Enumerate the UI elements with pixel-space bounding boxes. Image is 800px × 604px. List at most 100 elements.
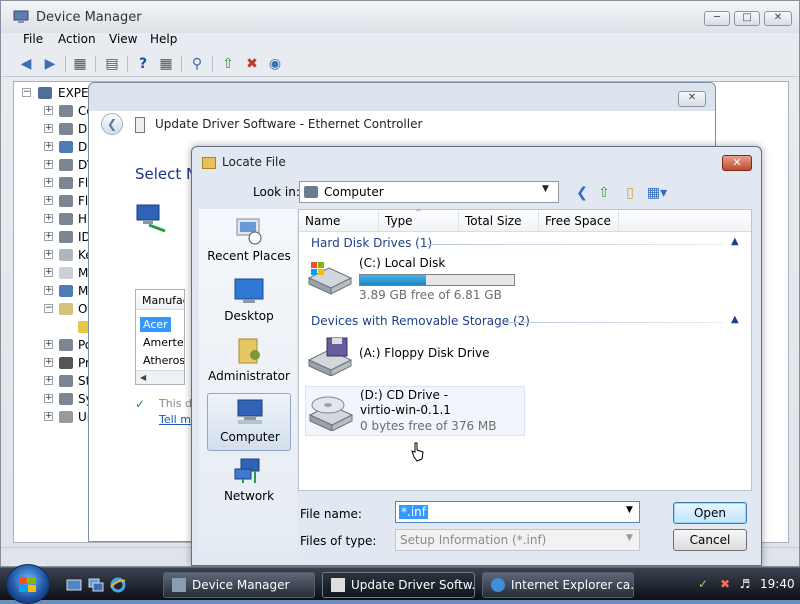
drive-c[interactable]: (C:) Local Disk 3.89 GB free of 6.81 GB	[305, 256, 525, 302]
collapse-icon[interactable]: −	[44, 304, 53, 313]
open-button[interactable]: Open	[673, 502, 747, 524]
cancel-button[interactable]: Cancel	[673, 529, 747, 551]
tree-item[interactable]: + DV	[14, 156, 95, 174]
start-button[interactable]	[6, 564, 50, 604]
file-list-view[interactable]: Name Type Total Size Free Space ^ Hard D…	[298, 208, 752, 491]
drive-a[interactable]: (A:) Floppy Disk Drive	[305, 336, 525, 380]
close-button[interactable]: ✕	[722, 155, 752, 171]
group-header-removable[interactable]: Devices with Removable Storage (2)	[311, 314, 530, 328]
expand-icon[interactable]: +	[44, 412, 53, 421]
tree-item-unknown-device[interactable]	[14, 318, 94, 336]
column-header-total-size[interactable]: Total Size	[459, 210, 539, 232]
expand-icon[interactable]: +	[44, 160, 53, 169]
maximize-button[interactable]: □	[734, 11, 760, 26]
list-item[interactable]: Acer	[140, 317, 171, 332]
place-computer[interactable]: Computer	[207, 393, 291, 451]
horizontal-scrollbar[interactable]: ◀	[136, 370, 184, 384]
tree-item[interactable]: + St	[14, 372, 94, 390]
tree-item[interactable]: + M	[14, 282, 94, 300]
taskbar-device-manager[interactable]: Device Manager	[163, 572, 315, 598]
new-folder-icon[interactable]: ▯	[620, 183, 640, 203]
show-desktop-icon[interactable]	[66, 577, 82, 593]
collapse-chevron-icon[interactable]: ▲	[731, 236, 743, 247]
menu-file[interactable]: File	[23, 32, 43, 46]
wizard-close-button[interactable]: ✕	[678, 91, 706, 107]
clock[interactable]: 19:40	[760, 577, 795, 591]
expand-icon[interactable]: +	[44, 196, 53, 205]
collapse-chevron-icon[interactable]: ▲	[731, 314, 743, 325]
menu-view[interactable]: View	[109, 32, 137, 46]
menu-help[interactable]: Help	[150, 32, 177, 46]
tree-item[interactable]: + Di	[14, 120, 94, 138]
volume-icon[interactable]: ♬	[738, 577, 752, 591]
forward-arrow-icon[interactable]: ▶	[41, 55, 59, 73]
back-arrow-icon[interactable]: ❮	[572, 183, 592, 203]
manufacturer-list[interactable]: Manufac Acer Amertek Atheros C ◀	[135, 289, 185, 385]
file-name-input[interactable]: *.inf	[399, 505, 428, 519]
expand-icon[interactable]: +	[44, 106, 53, 115]
tree-item[interactable]: + Di	[14, 138, 94, 156]
up-one-level-icon[interactable]: ⇧	[594, 183, 614, 203]
file-name-combobox[interactable]: *.inf ▼	[395, 501, 640, 523]
tree-item[interactable]: + Fl	[14, 192, 94, 210]
disable-device-icon[interactable]: ◉	[266, 55, 284, 73]
back-arrow-icon[interactable]: ◀	[17, 55, 35, 73]
expand-icon[interactable]: +	[44, 286, 53, 295]
expand-icon[interactable]: +	[44, 214, 53, 223]
show-hide-tree-icon[interactable]: ▦	[71, 55, 89, 73]
expand-icon[interactable]: +	[44, 358, 53, 367]
tree-item[interactable]: + Hu	[14, 210, 95, 228]
expand-icon[interactable]: +	[44, 340, 53, 349]
tree-item[interactable]: − Ot	[14, 300, 94, 318]
tree-item[interactable]: + Co	[14, 102, 94, 120]
uninstall-icon[interactable]: ✖	[243, 55, 261, 73]
minimize-button[interactable]: ─	[704, 11, 730, 26]
files-of-type-dropdown[interactable]: Setup Information (*.inf) ▼	[395, 529, 640, 551]
expand-icon[interactable]: +	[44, 268, 53, 277]
network-disconnected-icon[interactable]: ✖	[718, 577, 732, 591]
tree-item[interactable]: + Po	[14, 336, 94, 354]
collapse-icon[interactable]: −	[22, 88, 31, 97]
back-arrow-icon[interactable]: ❮	[101, 113, 123, 135]
tree-item[interactable]: + Sy	[14, 390, 94, 408]
view-icon[interactable]: ▦	[157, 55, 175, 73]
place-recent-places[interactable]: Recent Places	[207, 213, 291, 271]
device-manager-titlebar[interactable]: Device Manager ─ □ ✕	[1, 1, 799, 33]
taskbar-update-driver[interactable]: Update Driver Softw...	[322, 572, 475, 598]
place-administrator[interactable]: Administrator	[207, 333, 291, 391]
switch-windows-icon[interactable]	[88, 577, 104, 593]
taskbar-internet-explorer[interactable]: Internet Explorer ca...	[482, 572, 634, 598]
update-driver-icon[interactable]: ⇧	[219, 55, 237, 73]
list-item[interactable]: Atheros C	[140, 353, 184, 368]
expand-icon[interactable]: +	[44, 394, 53, 403]
properties-icon[interactable]: ▤	[103, 55, 121, 73]
expand-icon[interactable]: +	[44, 142, 53, 151]
column-header-free-space[interactable]: Free Space	[539, 210, 619, 232]
views-menu-icon[interactable]: ▦▾	[644, 183, 670, 203]
look-in-dropdown[interactable]: Computer ▼	[299, 181, 559, 203]
chevron-down-icon[interactable]: ▼	[626, 533, 633, 543]
expand-icon[interactable]: +	[44, 376, 53, 385]
scan-hardware-icon[interactable]: ⚲	[188, 55, 206, 73]
place-desktop[interactable]: Desktop	[207, 273, 291, 331]
tree-item[interactable]: + Ke	[14, 246, 94, 264]
tree-item[interactable]: + M	[14, 264, 94, 282]
list-item[interactable]: Amertek	[140, 335, 184, 350]
chevron-down-icon[interactable]: ▼	[542, 184, 549, 194]
tree-item[interactable]: + Ur	[14, 408, 94, 426]
expand-icon[interactable]: +	[44, 232, 53, 241]
safely-remove-hardware-icon[interactable]: ✓	[696, 577, 710, 591]
close-button[interactable]: ✕	[764, 11, 792, 26]
chevron-down-icon[interactable]: ▼	[626, 505, 633, 515]
help-icon[interactable]: ?	[134, 55, 152, 73]
tell-me-link[interactable]: Tell m	[159, 413, 191, 426]
menu-action[interactable]: Action	[58, 32, 96, 46]
group-header-hard-disks[interactable]: Hard Disk Drives (1)	[311, 236, 432, 250]
drive-d[interactable]: (D:) CD Drive - virtio-win-0.1.1 0 bytes…	[305, 386, 525, 436]
place-network[interactable]: Network	[207, 453, 291, 511]
tree-item[interactable]: + Pr	[14, 354, 94, 372]
tree-item[interactable]: + Fl	[14, 174, 94, 192]
column-header-name[interactable]: Name	[299, 210, 379, 232]
expand-icon[interactable]: +	[44, 178, 53, 187]
expand-icon[interactable]: +	[44, 250, 53, 259]
